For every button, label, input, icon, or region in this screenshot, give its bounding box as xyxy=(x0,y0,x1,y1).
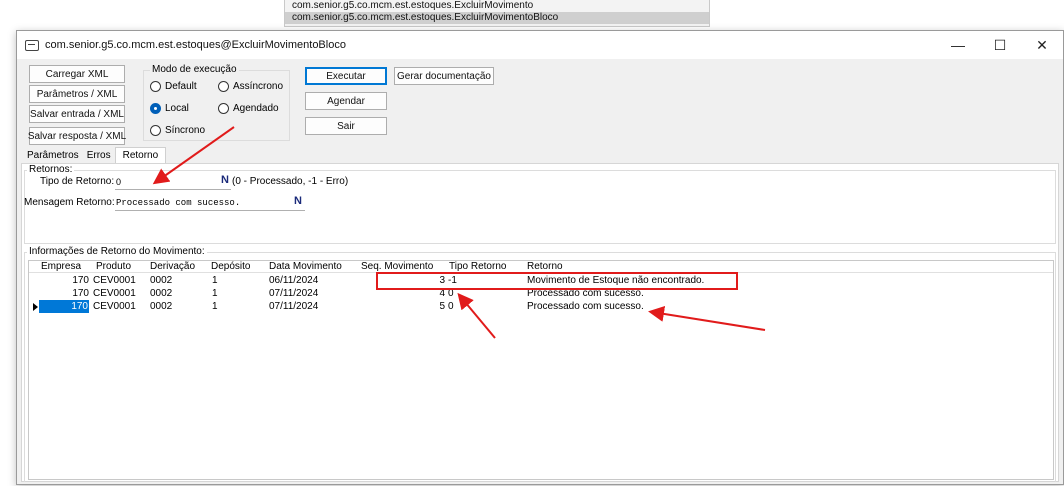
radio-selected-icon xyxy=(150,103,161,114)
tab-bar: Parâmetros Erros Retorno xyxy=(23,147,167,164)
cell-empresa: 170 xyxy=(72,275,89,286)
column-header[interactable]: Data Movimento xyxy=(269,261,342,273)
cell-tipo: 0 xyxy=(448,301,454,312)
type-n-icon: N xyxy=(221,174,229,186)
cell-derivacao: 0002 xyxy=(150,301,173,312)
cell-empresa: 170 xyxy=(39,300,89,313)
tab-retorno[interactable]: Retorno xyxy=(114,147,167,164)
column-header[interactable]: Depósito xyxy=(211,261,250,273)
annotation-highlight-box xyxy=(376,272,738,290)
title-bar[interactable]: com.senior.g5.co.mcm.est.estoques@Exclui… xyxy=(17,31,1063,59)
cell-empresa: 170 xyxy=(72,288,89,299)
cell-data: 07/11/2024 xyxy=(269,301,319,312)
radio-agendado[interactable]: Agendado xyxy=(218,103,279,114)
radio-label: Assíncrono xyxy=(233,81,284,92)
background-dropdown-list: com.senior.g5.co.mcm.est.estoques.Exclui… xyxy=(284,0,710,27)
cell-data: 07/11/2024 xyxy=(269,288,319,299)
type-n-icon: N xyxy=(294,195,302,207)
radio-label: Síncrono xyxy=(165,125,206,136)
sair-button[interactable]: Sair xyxy=(305,117,387,135)
agendar-button[interactable]: Agendar xyxy=(305,92,387,110)
tab-erros[interactable]: Erros xyxy=(83,149,115,164)
row-indicator-icon xyxy=(33,303,38,311)
radio-label: Agendado xyxy=(233,103,279,114)
modo-execucao-title: Modo de execução xyxy=(150,64,239,75)
close-button[interactable]: ✕ xyxy=(1021,31,1063,59)
list-item-selected[interactable]: com.senior.g5.co.mcm.est.estoques.Exclui… xyxy=(285,12,709,24)
carregar-xml-button[interactable]: Carregar XML xyxy=(29,65,125,83)
cell-derivacao: 0002 xyxy=(150,275,173,286)
cell-produto: CEV0001 xyxy=(93,288,136,299)
tipo-retorno-label: Tipo de Retorno: xyxy=(40,176,115,187)
column-header[interactable]: Produto xyxy=(96,261,131,273)
radio-circle-icon xyxy=(218,103,229,114)
cell-data: 06/11/2024 xyxy=(269,275,319,286)
window-app-icon xyxy=(25,39,39,51)
retornos-title: Retornos: xyxy=(27,164,75,175)
cell-deposito: 1 xyxy=(212,301,218,312)
radio-assincrono[interactable]: Assíncrono xyxy=(218,81,283,92)
parametros-xml-button[interactable]: Parâmetros / XML xyxy=(29,85,125,103)
list-item[interactable]: com.senior.g5.co.mcm.est.estoques.Exclui… xyxy=(285,0,709,12)
radio-label: Local xyxy=(165,103,189,114)
cell-deposito: 1 xyxy=(212,275,218,286)
mensagem-retorno-label: Mensagem Retorno: xyxy=(24,197,115,208)
maximize-button[interactable]: ☐ xyxy=(979,31,1021,59)
retorno-panel: Retornos: Tipo de Retorno: 0 N (0 - Proc… xyxy=(21,163,1059,482)
main-window: com.senior.g5.co.mcm.est.estoques@Exclui… xyxy=(16,30,1064,485)
tab-parametros[interactable]: Parâmetros xyxy=(23,149,83,164)
radio-label: Default xyxy=(165,81,197,92)
informacoes-title: Informações de Retorno do Movimento: xyxy=(27,246,207,257)
minimize-button[interactable]: — xyxy=(937,31,979,59)
salvar-entrada-button[interactable]: Salvar entrada / XML xyxy=(29,105,125,123)
cell-produto: CEV0001 xyxy=(93,301,136,312)
radio-local[interactable]: Local xyxy=(150,103,189,114)
salvar-resposta-button[interactable]: Salvar resposta / XML xyxy=(28,127,126,145)
mensagem-retorno-field[interactable]: Processado com sucesso. xyxy=(115,196,305,211)
column-header[interactable]: Derivação xyxy=(150,261,195,273)
cell-seq: 5 xyxy=(439,301,445,312)
window-title: com.senior.g5.co.mcm.est.estoques@Exclui… xyxy=(45,39,346,51)
cell-deposito: 1 xyxy=(212,288,218,299)
radio-circle-icon xyxy=(218,81,229,92)
radio-default[interactable]: Default xyxy=(150,81,197,92)
cell-derivacao: 0002 xyxy=(150,288,173,299)
table-row-selected[interactable]: 170 CEV0001 0002 1 07/11/2024 5 0 Proces… xyxy=(29,300,1053,313)
movimentos-grid: Empresa Produto Derivação Depósito Data … xyxy=(28,260,1054,480)
radio-circle-icon xyxy=(150,81,161,92)
radio-sincrono[interactable]: Síncrono xyxy=(150,125,205,136)
radio-circle-icon xyxy=(150,125,161,136)
tipo-retorno-hint: (0 - Processado, -1 - Erro) xyxy=(232,176,349,187)
cell-retorno: Processado com sucesso. xyxy=(527,301,644,312)
tipo-retorno-field[interactable]: 0 xyxy=(115,175,231,190)
cell-produto: CEV0001 xyxy=(93,275,136,286)
column-header[interactable]: Empresa xyxy=(41,261,81,273)
executar-button[interactable]: Executar xyxy=(305,67,387,85)
modo-execucao-group: Modo de execução Default Assíncrono Loca… xyxy=(143,64,290,141)
gerar-documentacao-button[interactable]: Gerar documentação xyxy=(394,67,494,85)
